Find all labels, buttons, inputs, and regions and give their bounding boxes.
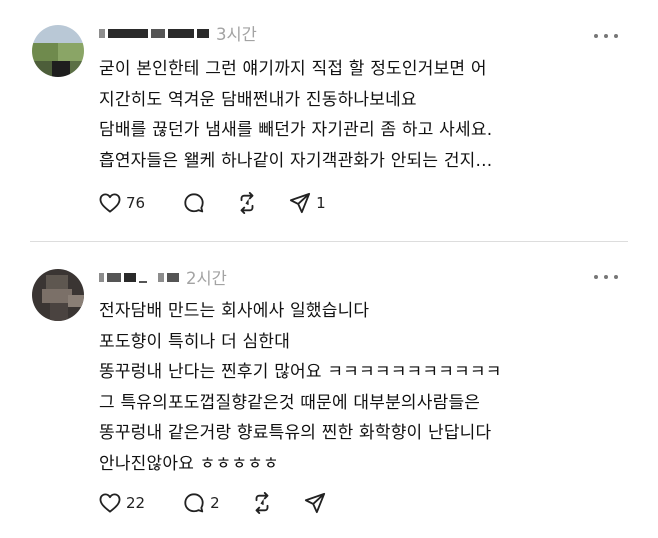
action-bar: 22 2 [99,492,350,514]
avatar[interactable] [32,269,84,321]
post-text-line: 그 특유의포도껍질향같은것 때문에 대부분의사람들은 [99,392,481,413]
post-text-line: 지간히도 역겨운 담배쩐내가 진동하나보네요 [99,89,417,110]
post-body: 전자담배 만드는 회사에사 일했습니다 포도향이 특히나 더 심한대 똥꾸렁내 … [99,296,638,479]
comment-icon [184,493,204,513]
repost-button[interactable] [250,492,274,514]
like-button[interactable]: 22 [99,493,145,513]
like-count: 22 [126,494,146,512]
post-text-line: 포도향이 특히나 더 심한대 [99,331,291,352]
share-button[interactable] [304,492,326,514]
share-count: 1 [316,194,326,212]
comment-button[interactable] [183,192,205,214]
repost-button[interactable] [235,192,259,214]
divider [30,241,628,242]
thread-post: 2시간 전자담배 만드는 회사에사 일했습니다 포도향이 특히나 더 심한대 똥… [0,250,658,538]
username[interactable]: 2시간 [99,264,227,290]
post-text-line: 똥꾸렁내 난다는 찐후기 많어요 ㅋㅋㅋㅋㅋㅋㅋㅋㅋㅋㅋ [99,362,502,382]
post-text-line: 안나진않아요 ㅎㅎㅎㅎㅎ [99,453,279,474]
avatar[interactable] [32,25,84,77]
like-button[interactable]: 76 [99,193,145,213]
share-button[interactable]: 1 [289,192,326,214]
post-text-line: 굳이 본인한테 그런 얘기까지 직접 할 정도인거보면 어 [99,59,487,79]
share-icon [304,492,325,514]
comment-icon [184,193,204,213]
post-text-line: 전자담배 만드는 회사에사 일했습니다 [99,301,370,321]
post-time: 2시간 [186,269,227,288]
username[interactable]: 3시간 [99,20,257,46]
post-text-line: 똥꾸렁내 같은거랑 향료특유의 찐한 화학향이 난답니다 [99,423,492,443]
blurred-username [99,28,105,38]
more-icon[interactable] [594,271,618,283]
more-icon[interactable] [594,30,618,42]
heart-icon [99,193,121,213]
thread-post: 3시간 굳이 본인한테 그런 얘기까지 직접 할 정도인거보면 어 지간히도 역… [0,0,658,238]
post-text-line: 흡연자들은 왤케 하나같이 자기객관화가 안되는 건지... [99,150,493,171]
comment-button[interactable]: 2 [183,492,220,514]
comment-count: 2 [210,494,220,512]
repost-icon [240,192,254,214]
action-bar: 76 1 [99,192,350,214]
post-time: 3시간 [216,25,257,44]
post-text-line: 담배를 끊던가 냄새를 빼던가 자기관리 좀 하고 사세요. [99,120,493,140]
repost-icon [255,492,269,514]
heart-icon [99,493,121,513]
like-count: 76 [126,194,146,212]
share-icon [290,192,311,214]
post-body: 굳이 본인한테 그런 얘기까지 직접 할 정도인거보면 어 지간히도 역겨운 담… [99,54,638,176]
blurred-username [99,272,104,282]
